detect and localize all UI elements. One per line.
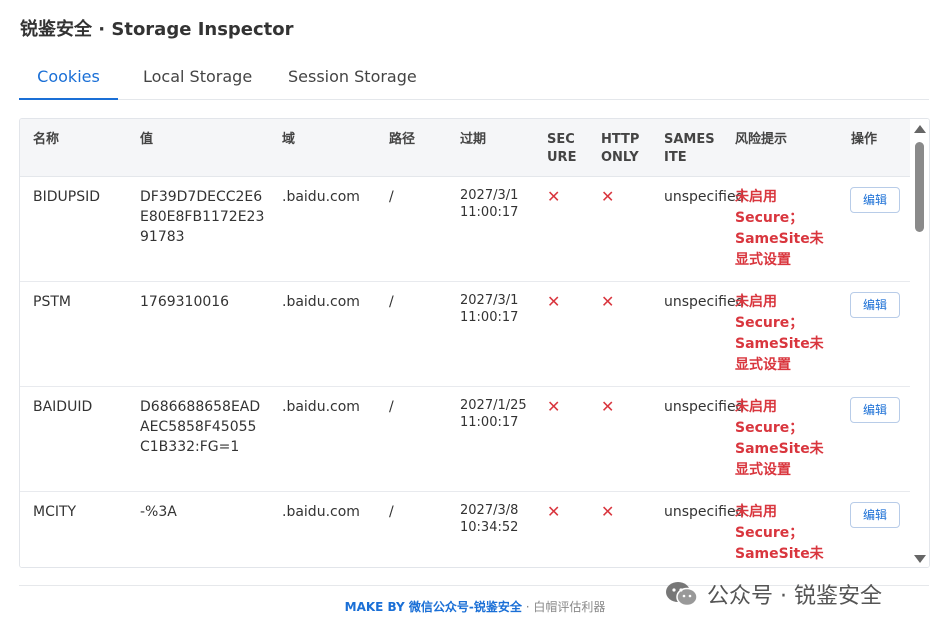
cookie-name: PSTM [33,294,71,310]
cookie-path: / [389,399,394,415]
httponly-false-icon: ✕ [601,292,615,311]
cookie-expires: 2027/3/1 11:00:17 [460,188,519,220]
cookie-samesite: unspecified [664,294,745,310]
cookie-domain: .baidu.com [282,189,360,205]
cookie-domain: .baidu.com [282,294,360,310]
tab-local-storage[interactable]: Local Storage [143,58,252,99]
table-row: BAIDUID D686688658EADAEC5858F45055C1B332… [20,387,912,492]
secure-false-icon: ✕ [547,502,561,521]
scroll-up-arrow-icon[interactable] [914,125,926,133]
cookie-name: MCITY [33,504,77,520]
cookie-path: / [389,294,394,310]
vertical-scrollbar[interactable] [910,119,929,567]
header-value: 值 [140,132,154,147]
cookie-path: / [389,504,394,520]
footer-tagline: · 白帽评估利器 [521,600,606,614]
risk-warning: 未启用Secure；SameSite未显式设置 [735,294,824,373]
cookie-samesite: unspecified [664,399,745,415]
scroll-down-arrow-icon[interactable] [914,555,926,563]
header-risk: 风险提示 [735,132,788,147]
cookie-path: / [389,189,394,205]
header-expires: 过期 [460,132,487,147]
httponly-false-icon: ✕ [601,397,615,416]
secure-false-icon: ✕ [547,292,561,311]
edit-button[interactable]: 编辑 [850,187,900,213]
header-samesite: SAMES ITE [664,132,715,165]
cookie-value: 1769310016 [140,294,230,310]
header-path: 路径 [389,132,416,147]
cookie-expires: 2027/3/1 11:00:17 [460,293,519,325]
cookie-expires: 2027/1/25 11:00:17 [460,398,527,430]
secure-false-icon: ✕ [547,187,561,206]
cookie-value: D686688658EADAEC5858F45055C1B332:FG=1 [140,399,261,455]
cookie-name: BAIDUID [33,399,93,415]
table-row: BIDUPSID DF39D7DECC2E6E80E8FB1172E239178… [20,177,912,282]
httponly-false-icon: ✕ [601,187,615,206]
tab-session-storage[interactable]: Session Storage [288,58,417,99]
storage-tabs: Cookies Local Storage Session Storage [19,58,929,100]
edit-button[interactable]: 编辑 [850,397,900,423]
header-domain: 域 [282,132,296,147]
tab-cookies[interactable]: Cookies [19,58,118,100]
footer-credit: MAKE BY 微信公众号-锐鉴安全 [344,600,522,614]
cookie-value: DF39D7DECC2E6E80E8FB1172E2391783 [140,189,265,245]
edit-button[interactable]: 编辑 [850,502,900,528]
cookie-name: BIDUPSID [33,189,100,205]
table-row: PSTM 1769310016 .baidu.com / 2027/3/1 11… [20,282,912,387]
risk-warning: 未启用Secure；SameSite未显式设置 [735,189,824,268]
secure-false-icon: ✕ [547,397,561,416]
wechat-icon [666,582,698,607]
risk-warning: 未启用Secure；SameSite未 [735,504,824,562]
table-header: 名称 值 域 路径 过期 SEC URE HTTP ONLY SAMES ITE… [20,119,912,177]
cookie-domain: .baidu.com [282,504,360,520]
cookie-samesite: unspecified [664,504,745,520]
table-row: MCITY -%3A .baidu.com / 2027/3/8 10:34:5… [20,492,912,567]
cookie-expires: 2027/3/8 10:34:52 [460,503,519,535]
edit-button[interactable]: 编辑 [850,292,900,318]
cookie-domain: .baidu.com [282,399,360,415]
header-name: 名称 [33,132,60,147]
header-secure: SEC URE [547,132,577,165]
app-title: 锐鉴安全 · Storage Inspector [20,19,294,40]
header-action: 操作 [851,132,878,147]
watermark-text: 公众号 · 锐鉴安全 [707,584,882,609]
risk-warning: 未启用Secure；SameSite未显式设置 [735,399,824,478]
cookie-table-panel: 名称 值 域 路径 过期 SEC URE HTTP ONLY SAMES ITE… [19,118,930,568]
httponly-false-icon: ✕ [601,502,615,521]
cookie-samesite: unspecified [664,189,745,205]
scrollbar-thumb[interactable] [915,142,924,232]
cookie-value: -%3A [140,504,177,520]
header-httponly: HTTP ONLY [601,132,640,165]
